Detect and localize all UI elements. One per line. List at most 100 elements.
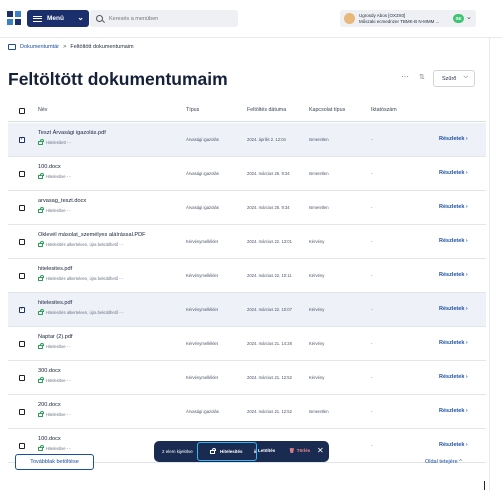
download-label: Letöltés — [258, 448, 276, 453]
file-name: 200.docx — [38, 402, 61, 408]
lock-icon — [38, 445, 44, 451]
menu-search[interactable] — [90, 10, 238, 27]
user-name: Ugrosdy Abos [OX3X0] — [359, 13, 406, 18]
table-row[interactable]: 100.docx Hitelesítve - - Árvasági igazolás… — [8, 157, 486, 191]
row-checkbox[interactable] — [19, 409, 25, 415]
search-icon — [96, 15, 103, 22]
row-checkbox[interactable] — [19, 341, 25, 347]
menu-label: Menü — [47, 15, 64, 22]
details-link[interactable]: Részletek › — [439, 306, 468, 312]
chevron-down-icon: ⌄ — [466, 14, 472, 21]
search-input[interactable] — [109, 15, 229, 22]
column-header-type[interactable]: Típus — [186, 107, 199, 113]
connection-type: Ismeretlen — [309, 171, 329, 176]
registry-number: - — [371, 137, 373, 142]
delete-label: Törlés — [296, 448, 311, 453]
scrollbar-track[interactable] — [489, 38, 490, 491]
filter-button[interactable]: Szűrő ⌵ — [433, 70, 475, 87]
table-row[interactable]: hitelesites.pdf Hitelesítés alkerteleen, … — [8, 259, 486, 293]
upload-date: 2024. április 2. 12:04 — [247, 137, 286, 142]
user-profile-button[interactable]: Ugrosdy Abos [OX3X0] Műszaki ecmednzer T… — [340, 10, 476, 27]
lock-icon — [38, 207, 44, 213]
column-header-date[interactable]: Feltöltés dátuma — [247, 107, 286, 113]
breadcrumb-current: Feltöltött dokumentumaim — [70, 44, 134, 50]
details-link[interactable]: Részletek › — [439, 374, 468, 380]
select-all-checkbox[interactable] — [19, 108, 25, 114]
more-options-icon[interactable]: ··· — [401, 72, 409, 81]
row-checkbox[interactable] — [19, 306, 25, 313]
download-button[interactable]: ⤓ Letöltés — [254, 448, 275, 454]
file-status: Hitelesítve - - — [38, 343, 71, 349]
upload-date: 2024. március 22. 10:07 — [247, 307, 292, 312]
user-role: Műszaki ecmednzer TBMK-B N-MMM ... — [359, 19, 440, 24]
details-link[interactable]: Részletek › — [439, 272, 468, 278]
upload-date: 2024. március 21. 12:52 — [247, 375, 292, 380]
connection-type: Ismeretlen — [309, 205, 329, 210]
table-row[interactable]: Teszt Árvasági igazolás.pdf Hitelesített … — [8, 123, 486, 157]
user-badge: SE — [453, 14, 464, 23]
file-name: Oklevél másolat_személyes aláírással.PDF — [38, 232, 146, 238]
row-checkbox[interactable] — [19, 136, 25, 143]
app-logo-icon[interactable] — [7, 11, 21, 25]
lock-icon — [38, 377, 44, 383]
file-status: Hitelesítve - - — [38, 445, 71, 451]
file-name: arvasag_teszt.docx — [38, 198, 87, 204]
row-checkbox[interactable] — [19, 443, 25, 449]
file-type: Árvasági igazolás — [186, 409, 219, 414]
breadcrumb-separator: > — [63, 44, 67, 50]
menu-button[interactable]: Menü ⌄ — [27, 10, 89, 27]
file-status: Hitelesítés alkerteleen, újra beküldhető… — [38, 241, 123, 247]
lock-icon — [38, 173, 44, 179]
close-icon[interactable]: ✕ — [317, 446, 324, 455]
breadcrumb-root-link[interactable]: Dokumentumtár — [20, 44, 59, 50]
row-checkbox[interactable] — [19, 375, 25, 381]
table-row[interactable]: 200.docx Hitelesítve - - Árvasági igazolás… — [8, 395, 486, 429]
details-link[interactable]: Részletek › — [439, 204, 468, 210]
file-status: Hitelesítés alkerteleen, újra beküldhető… — [38, 309, 123, 315]
chevron-down-icon: ⌄ — [77, 13, 84, 22]
file-status-text: Hitelesítve - - — [46, 343, 71, 349]
table-row[interactable]: arvasag_teszt.docx Hitelesítve - - Árvaság… — [8, 191, 486, 225]
row-checkbox[interactable] — [19, 273, 25, 279]
download-icon: ⤓ — [254, 449, 256, 454]
load-more-button[interactable]: Továbblak betöltése — [15, 454, 94, 470]
back-to-top-link[interactable]: Oldal tetejére ^ — [425, 459, 462, 465]
table-row[interactable]: 300.docx Hitelesítve - - Kérvénymelléklet 2… — [8, 361, 486, 395]
connection-type: Kérvény — [309, 375, 325, 380]
sort-icon[interactable]: ⇅ — [419, 73, 425, 81]
upload-date: 2024. március 21. 12:52 — [247, 409, 292, 414]
authenticate-button[interactable]: Hitelesítés — [197, 442, 257, 461]
column-header-connection[interactable]: Kapcsolat típus — [309, 107, 345, 113]
table-row[interactable]: hitelesites.pdf Hitelesítés alkerteleen, … — [8, 293, 486, 327]
details-link[interactable]: Részletek › — [439, 170, 468, 176]
table-row[interactable]: Naptar (2).pdf Hitelesítve - - Kérvénymell… — [8, 327, 486, 361]
file-status-text: Hitelesítés alkerteleen, újra beküldhető… — [46, 275, 124, 281]
file-status-text: Hitelesítve - - — [46, 411, 71, 417]
delete-button[interactable]: 🗑 Törlés — [289, 448, 310, 454]
table-row[interactable]: Oklevél másolat_személyes aláírással.PDF… — [8, 225, 486, 259]
folder-icon — [8, 44, 16, 50]
details-link[interactable]: Részletek › — [439, 136, 468, 142]
upload-date: 2024. március 22. 13:01 — [247, 239, 292, 244]
registry-number: - — [371, 205, 373, 210]
file-status-text: Hitelesített - - — [46, 139, 71, 145]
details-link[interactable]: Részletek › — [439, 238, 468, 244]
trash-icon: 🗑 — [289, 449, 295, 454]
file-status-text: Hitelesítve - - — [46, 377, 71, 383]
details-link[interactable]: Részletek › — [439, 340, 468, 346]
row-checkbox[interactable] — [19, 171, 25, 177]
table-header: Név Típus Feltöltés dátuma Kapcsolat típ… — [8, 100, 486, 122]
file-name: 100.docx — [38, 164, 61, 170]
row-checkbox[interactable] — [19, 239, 25, 245]
details-link[interactable]: Részletek › — [439, 408, 468, 414]
lock-icon — [38, 139, 44, 145]
file-type: Árvasági igazolás — [186, 171, 219, 176]
column-header-name[interactable]: Név — [38, 107, 47, 113]
file-status-text: Hitelesítés alkerteleen, újra beküldhető… — [46, 309, 124, 315]
file-status: Hitelesítve - - — [38, 173, 71, 179]
details-link[interactable]: Részletek › — [439, 442, 468, 448]
row-checkbox[interactable] — [19, 205, 25, 211]
connection-type: Ismeretlen — [309, 409, 329, 414]
file-name: 300.docx — [38, 368, 61, 374]
column-header-registry[interactable]: Iktatószám — [371, 107, 397, 113]
